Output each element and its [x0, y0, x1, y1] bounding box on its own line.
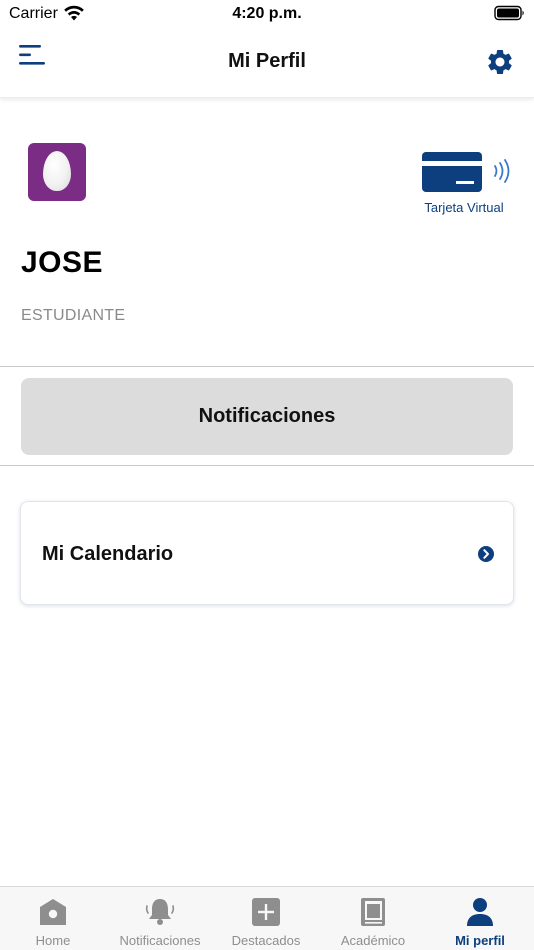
chevron-right-circle-icon — [478, 546, 494, 562]
bell-icon — [145, 899, 175, 925]
notifications-button-label: Notificaciones — [198, 405, 336, 427]
user-name: JOSE — [21, 246, 104, 279]
credit-card-icon — [422, 152, 482, 192]
tab-destacados-label: Destacados — [231, 933, 301, 948]
navigation-bar: Mi Perfil — [0, 30, 534, 98]
egg-avatar-icon — [43, 151, 71, 191]
tab-mi-perfil[interactable]: Mi perfil — [427, 887, 533, 950]
contactless-icon — [494, 159, 510, 183]
status-bar: Carrier 4:20 p.m. — [0, 0, 534, 30]
plus-square-icon — [252, 898, 280, 926]
hamburger-menu-icon[interactable] — [18, 42, 48, 68]
calendar-card[interactable]: Mi Calendario — [20, 501, 514, 605]
tab-mi-perfil-label: Mi perfil — [455, 933, 505, 948]
virtual-card-label: Tarjeta Virtual — [424, 200, 504, 215]
tab-home[interactable]: Home — [0, 887, 106, 950]
gear-icon[interactable] — [485, 47, 515, 77]
divider — [0, 366, 534, 367]
calendar-card-label: Mi Calendario — [42, 543, 174, 565]
tab-academico[interactable]: Académico — [320, 887, 426, 950]
tab-home-label: Home — [35, 933, 71, 948]
notifications-button[interactable]: Notificaciones — [21, 378, 513, 455]
avatar[interactable] — [28, 143, 86, 201]
book-icon — [361, 898, 385, 926]
battery-icon — [494, 5, 524, 21]
tab-bar: Home Notificaciones Destacados Académico — [0, 886, 534, 950]
tab-academico-label: Académico — [340, 933, 406, 948]
tab-destacados[interactable]: Destacados — [213, 887, 319, 950]
status-time: 4:20 p.m. — [232, 5, 302, 22]
page-title: Mi Perfil — [228, 50, 306, 72]
divider — [0, 465, 534, 466]
user-icon — [467, 898, 493, 926]
user-role: ESTUDIANTE — [21, 307, 126, 324]
home-icon — [40, 899, 66, 925]
tab-notifications-label: Notificaciones — [119, 933, 201, 948]
tab-notifications[interactable]: Notificaciones — [107, 887, 213, 950]
virtual-card-button[interactable]: Tarjeta Virtual — [418, 150, 514, 220]
